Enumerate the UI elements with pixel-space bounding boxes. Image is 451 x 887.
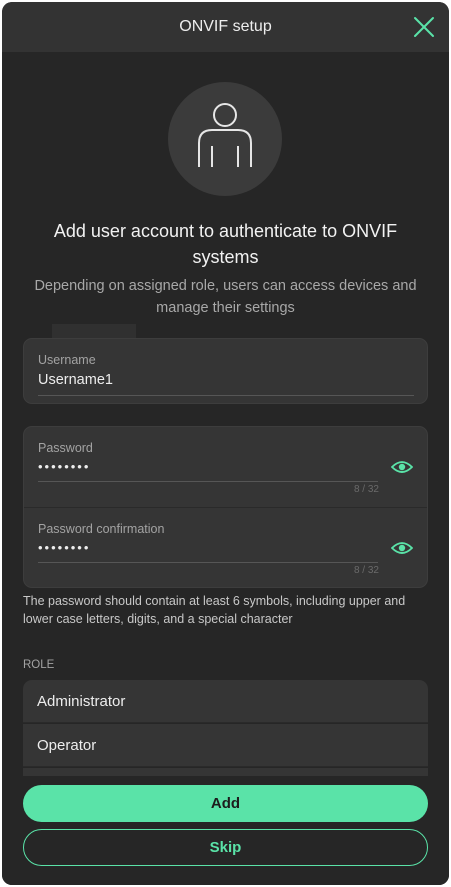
avatar: [168, 82, 282, 196]
password-input[interactable]: ••••••••: [38, 459, 90, 474]
page-subtitle: Depending on assigned role, users can ac…: [34, 278, 417, 316]
add-button[interactable]: Add: [23, 785, 428, 822]
password-confirmation-input[interactable]: ••••••••: [38, 540, 90, 555]
password-confirmation-label: Password confirmation: [38, 522, 165, 536]
role-item-label: Administrator: [37, 693, 126, 710]
role-item-administrator[interactable]: Administrator: [23, 680, 428, 723]
password-group: Password •••••••• 8 / 32 Password confir…: [23, 426, 428, 588]
password-label: Password: [38, 441, 93, 455]
role-item-label: Operator: [37, 737, 97, 754]
role-section-label: ROLE: [23, 659, 55, 671]
dialog-title: ONVIF setup: [179, 18, 272, 35]
dialog-footer: Add Skip: [2, 776, 449, 885]
role-item-next[interactable]: [23, 768, 428, 776]
password-hint: The password should contain at least 6 s…: [23, 594, 406, 626]
username-input[interactable]: Username1: [38, 372, 113, 388]
page-title: Add user account to authenticate to ONVI…: [53, 221, 398, 267]
password-underline: [38, 481, 378, 482]
password-confirmation-underline: [38, 562, 378, 563]
username-field[interactable]: Username Username1: [23, 338, 428, 404]
role-item-operator[interactable]: Operator: [23, 724, 428, 767]
eye-icon[interactable]: [390, 459, 414, 475]
close-icon[interactable]: [411, 14, 437, 40]
onvif-setup-dialog: ONVIF setup Add user account to authenti…: [2, 2, 449, 885]
username-underline: [38, 395, 414, 396]
field-divider: [24, 507, 427, 508]
username-label: Username: [38, 353, 96, 367]
password-counter: 8 / 32: [353, 484, 379, 495]
skip-button[interactable]: Skip: [23, 829, 428, 866]
role-list: Administrator Operator: [23, 680, 428, 776]
dialog-header: ONVIF setup: [2, 2, 449, 52]
password-confirmation-counter: 8 / 32: [353, 565, 379, 576]
user-icon: [198, 103, 252, 167]
eye-icon[interactable]: [390, 540, 414, 556]
